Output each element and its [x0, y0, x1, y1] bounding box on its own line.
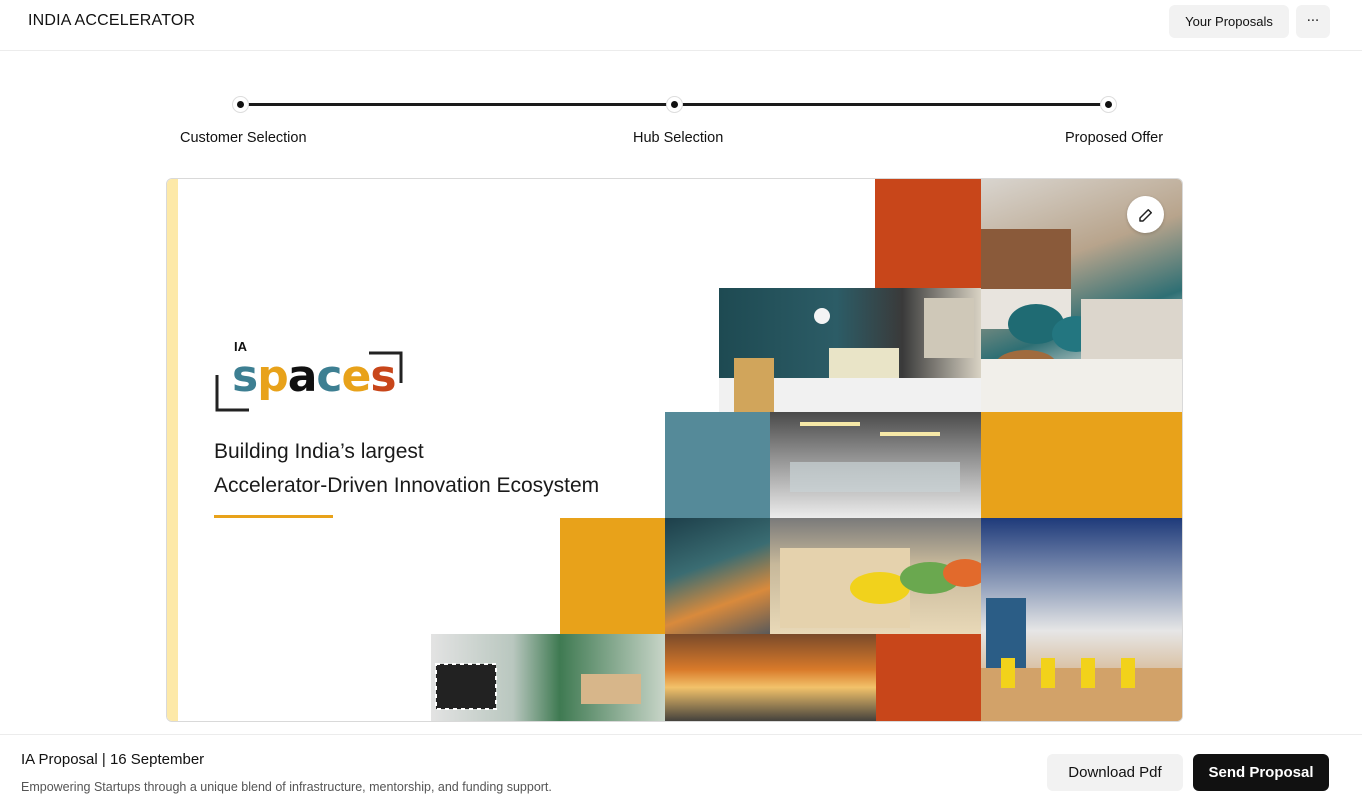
- cafeteria-photo-graphic: [981, 598, 1182, 721]
- edit-icon: [1138, 208, 1152, 222]
- edit-slide-button[interactable]: [1127, 196, 1164, 233]
- slide-headline: Building India’s largest Accelerator-Dri…: [214, 435, 599, 503]
- brand-title: INDIA ACCELERATOR: [28, 12, 196, 29]
- step-dot-hub[interactable]: [666, 96, 683, 113]
- top-bar: INDIA ACCELERATOR Your Proposals ···: [0, 0, 1362, 51]
- collage-photo-seating: [770, 518, 981, 634]
- step-connector: [248, 103, 668, 106]
- proposal-title: IA Proposal | 16 September: [21, 751, 205, 768]
- headline-line-1: Building India’s largest: [214, 440, 424, 463]
- collage-photo-restaurant: [665, 634, 876, 721]
- step-dot-customer[interactable]: [232, 96, 249, 113]
- step-dot-offer[interactable]: [1100, 96, 1117, 113]
- ia-spaces-logo: IA spaces: [214, 339, 404, 414]
- collage-photo-lobby: [431, 634, 665, 721]
- step-label-customer-selection[interactable]: Customer Selection: [180, 130, 307, 146]
- office-photo-graphic: [790, 422, 960, 492]
- proposal-subtitle: Empowering Startups through a unique ble…: [21, 780, 552, 794]
- step-label-proposed-offer[interactable]: Proposed Offer: [1065, 130, 1163, 146]
- headline-underline: [214, 515, 333, 518]
- collage-photo-cafe: [719, 288, 981, 412]
- logo-wordmark: spaces: [232, 351, 397, 402]
- download-pdf-button[interactable]: Download Pdf: [1047, 754, 1183, 791]
- collage-photo-cafeteria: [981, 518, 1182, 721]
- more-options-button[interactable]: ···: [1296, 5, 1330, 38]
- slide-accent-stripe: [167, 179, 178, 721]
- step-label-hub-selection[interactable]: Hub Selection: [633, 130, 723, 146]
- step-connector: [682, 103, 1102, 106]
- seating-photo-graphic: [780, 548, 981, 628]
- collage-color-block-orange: [875, 179, 981, 288]
- collage-color-block-yellow: [981, 412, 1182, 518]
- collage-photo-office: [770, 412, 981, 518]
- collage-color-block-orange-2: [876, 634, 981, 721]
- collage-photo-workspace: [665, 518, 770, 634]
- headline-line-2: Accelerator-Driven Innovation Ecosystem: [214, 474, 600, 497]
- send-proposal-button[interactable]: Send Proposal: [1193, 754, 1329, 791]
- your-proposals-button[interactable]: Your Proposals: [1169, 5, 1289, 38]
- lobby-photo-graphic: [435, 663, 641, 710]
- cafe-photo-graphic: [719, 298, 981, 412]
- proposal-slide-preview: IA spaces Building India’s largest Accel…: [166, 178, 1183, 722]
- footer-bar: IA Proposal | 16 September Empowering St…: [0, 734, 1362, 808]
- collage-color-block-teal: [665, 412, 770, 518]
- collage-color-block-yellow-2: [560, 518, 665, 634]
